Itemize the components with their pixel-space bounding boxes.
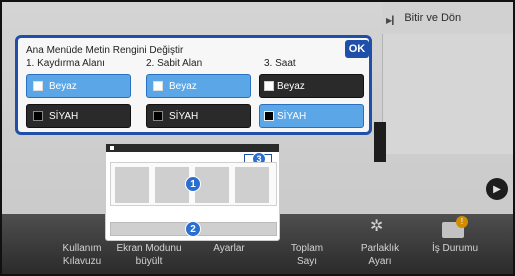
option-label: SİYAH	[277, 110, 307, 122]
screen: ▶▎ Bitir ve Dön ▶ Kullanım Kılavuzu Ekra…	[0, 0, 515, 276]
fixed-area-white-option[interactable]: Beyaz	[146, 74, 251, 98]
checkbox-icon	[33, 111, 43, 121]
marker-2: 2	[185, 221, 201, 237]
clock-white-option[interactable]: Beyaz	[259, 74, 364, 98]
option-label: Beyaz	[169, 80, 197, 92]
text-color-dialog: Ana Menüde Metin Rengini Değiştir OK 1. …	[15, 35, 372, 135]
clock-black-option[interactable]: SİYAH	[259, 104, 364, 128]
checkbox-icon	[153, 111, 163, 121]
checkbox-icon	[33, 81, 43, 91]
dialog-title: Ana Menüde Metin Rengini Değiştir	[26, 45, 184, 56]
option-label: SİYAH	[49, 110, 79, 122]
layout-preview: 3 1 2	[105, 143, 280, 241]
fixed-area-black-option[interactable]: SİYAH	[146, 104, 251, 128]
column-title-clock: 3. Saat	[264, 58, 296, 69]
ok-button[interactable]: OK	[345, 40, 369, 58]
checkbox-icon	[264, 111, 274, 121]
checkbox-icon	[153, 81, 163, 91]
column-title-scroll-area: 1. Kaydırma Alanı	[26, 58, 105, 69]
scroll-area-white-option[interactable]: Beyaz	[26, 74, 131, 98]
scroll-area-black-option[interactable]: SİYAH	[26, 104, 131, 128]
option-label: Beyaz	[49, 80, 77, 92]
column-title-fixed-area: 2. Sabit Alan	[146, 58, 203, 69]
checkbox-icon	[264, 81, 274, 91]
marker-1: 1	[185, 176, 201, 192]
preview-header	[106, 144, 279, 152]
option-label: Beyaz	[277, 80, 305, 92]
option-label: SİYAH	[169, 110, 199, 122]
